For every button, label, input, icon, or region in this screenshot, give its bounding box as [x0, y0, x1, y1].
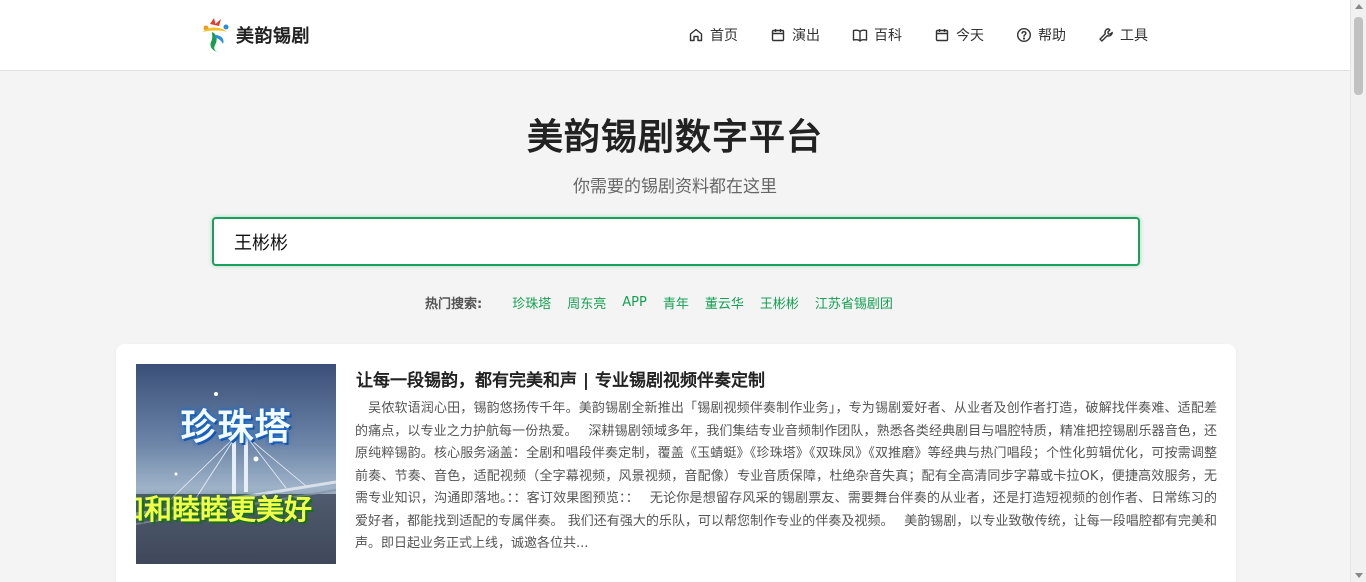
home-icon	[689, 28, 703, 42]
hot-search-tag[interactable]: APP	[622, 295, 647, 310]
hot-search-label: 热门搜索:	[425, 297, 483, 312]
page-scrollbar[interactable]	[1350, 0, 1366, 582]
help-circle-icon	[1016, 27, 1032, 43]
nav-item-label: 百科	[874, 28, 902, 44]
wrench-icon	[1099, 28, 1113, 42]
nav-item-help[interactable]: 帮助	[1016, 24, 1066, 46]
nav-item-home[interactable]: 首页	[688, 24, 738, 46]
nav-item-tools[interactable]: 工具	[1098, 24, 1148, 46]
page-subtitle: 你需要的锡剧资料都在这里	[573, 177, 777, 197]
thumbnail-subtitle: 和和睦睦更美好	[136, 493, 313, 526]
hot-search-tag[interactable]: 董云华	[705, 293, 744, 312]
nav-item-label: 今天	[956, 28, 984, 44]
nav-item-label: 演出	[792, 28, 820, 44]
result-title[interactable]: 让每一段锡韵，都有完美和声 | 专业锡剧视频伴奏定制	[356, 366, 765, 391]
brand-name: 美韵锡剧	[236, 26, 310, 47]
nav-item-shows[interactable]: 演出	[770, 24, 820, 46]
scroll-down-arrow-icon[interactable]	[1355, 573, 1363, 578]
search-input[interactable]	[212, 217, 1140, 266]
brand-logo[interactable]: 美韵锡剧	[200, 17, 310, 53]
hot-search-tag[interactable]: 周东亮	[567, 293, 606, 312]
nav-item-label: 首页	[710, 28, 738, 44]
calendar-icon	[771, 29, 785, 42]
page-title: 美韵锡剧数字平台	[526, 117, 823, 158]
nav-item-encyclopedia[interactable]: 百科	[852, 24, 902, 46]
top-navbar: 美韵锡剧 首页 演出 百科 今天 帮助 工具	[0, 0, 1350, 71]
calendar-icon	[935, 29, 949, 42]
main-nav: 首页 演出 百科 今天 帮助 工具	[688, 24, 1148, 46]
scroll-up-arrow-icon[interactable]	[1355, 4, 1363, 9]
hot-search-tag[interactable]: 王彬彬	[760, 293, 799, 312]
result-thumbnail[interactable]: 珍珠塔 和和睦睦更美好	[136, 364, 336, 564]
nav-item-label: 帮助	[1038, 28, 1066, 44]
hot-search-tag[interactable]: 珍珠塔	[512, 293, 551, 312]
hot-search-tag[interactable]: 江苏省锡剧团	[815, 293, 893, 312]
nav-item-today[interactable]: 今天	[934, 24, 984, 46]
thumbnail-title: 珍珠塔	[180, 406, 292, 448]
nav-item-label: 工具	[1120, 28, 1148, 44]
brand-logo-icon	[200, 17, 232, 53]
result-description: 吴侬软语润心田，锡韵悠扬传千年。美韵锡剧全新推出「锡剧视频伴奏制作业务」，专为锡…	[355, 401, 1217, 551]
hot-search-bar: 热门搜索: 珍珠塔 周东亮 APP 青年 董云华 王彬彬 江苏省锡剧团	[425, 293, 909, 312]
scrollbar-thumb[interactable]	[1354, 17, 1363, 95]
book-icon	[852, 29, 868, 42]
hot-search-tag[interactable]: 青年	[663, 293, 689, 312]
